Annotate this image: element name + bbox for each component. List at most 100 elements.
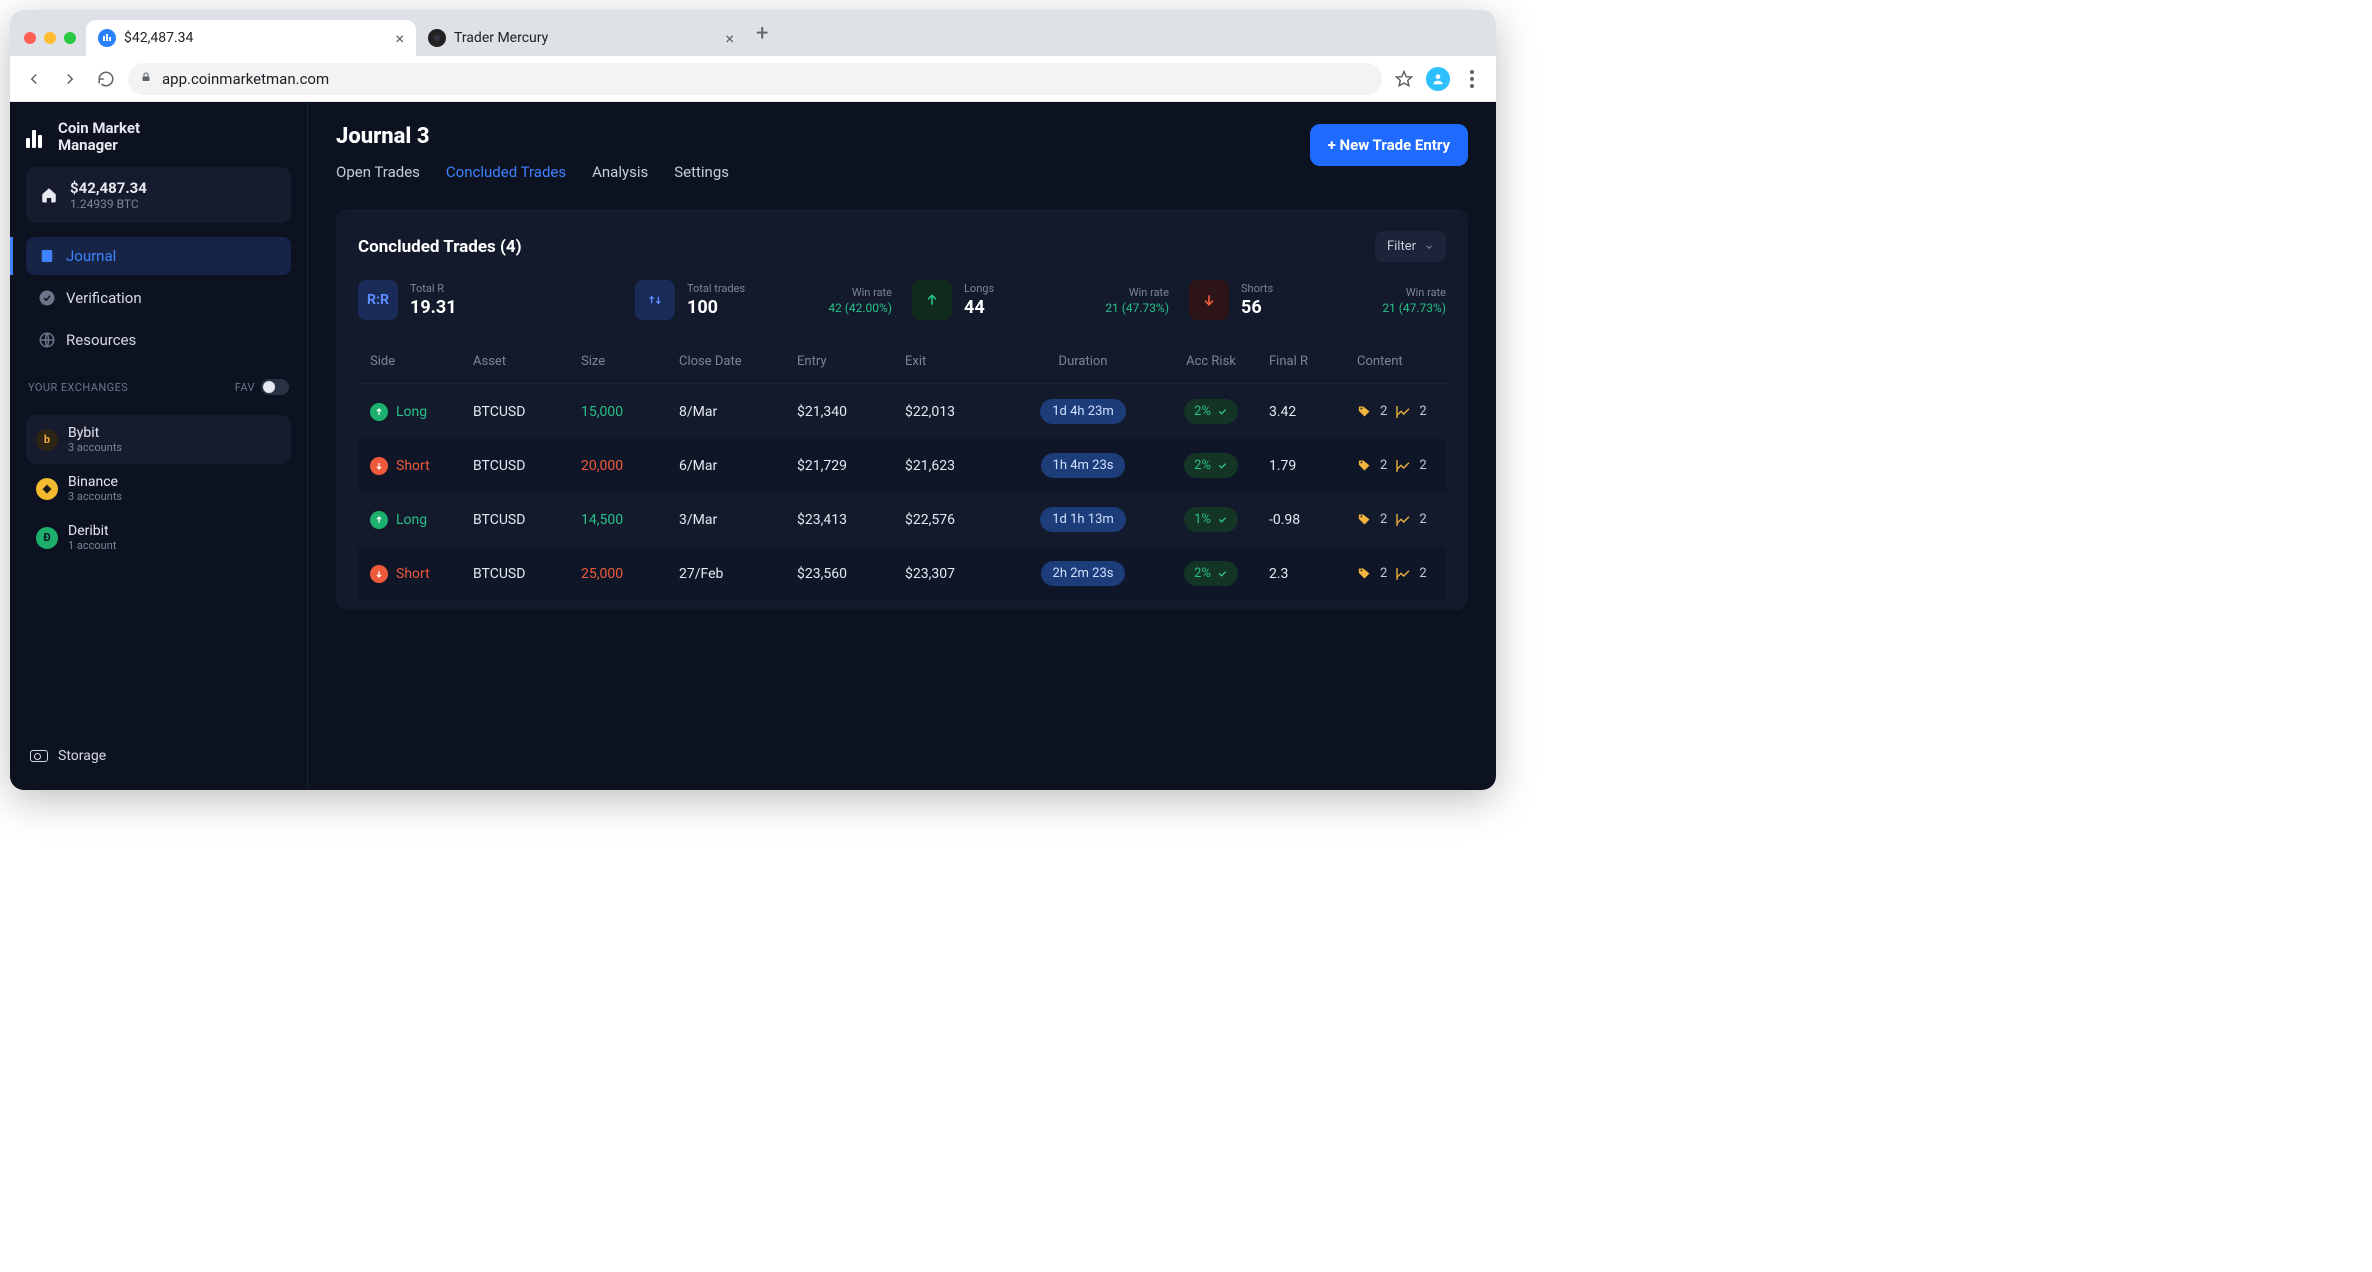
new-tab-button[interactable]: + (746, 21, 778, 56)
chart-icon (1395, 458, 1411, 474)
tag-icon (1357, 566, 1372, 581)
exchange-item-bybit[interactable]: b Bybit 3 accounts (26, 415, 291, 464)
arrow-down-icon (370, 457, 388, 475)
cell-side: Long (370, 511, 465, 529)
cell-risk: 1% (1161, 507, 1261, 532)
cell-content: 2 2 (1357, 458, 1477, 474)
maximize-window-icon[interactable] (64, 32, 76, 44)
tab-analysis[interactable]: Analysis (592, 163, 648, 181)
winrate-value: 21 (47.73%) (1105, 301, 1169, 315)
nav-back-button[interactable] (20, 65, 48, 93)
nav-forward-button[interactable] (56, 65, 84, 93)
cell-exit: $21,623 (905, 458, 1005, 474)
fav-toggle[interactable] (261, 379, 289, 395)
section-tabs: Open Trades Concluded Trades Analysis Se… (336, 163, 729, 181)
cell-asset: BTCUSD (473, 566, 573, 582)
tab-concluded-trades[interactable]: Concluded Trades (446, 163, 566, 181)
exchange-item-binance[interactable]: ◆ Binance 3 accounts (26, 464, 291, 513)
stats-row: R:R Total R 19.31 Total trades 100 (358, 280, 1446, 320)
cell-entry: $23,560 (797, 566, 897, 582)
table-row[interactable]: Long BTCUSD 14,500 3/Mar $23,413 $22,576… (358, 492, 1446, 546)
page-header: Journal 3 Open Trades Concluded Trades A… (336, 124, 1468, 181)
exchange-name: Deribit (68, 523, 116, 539)
main-content: Journal 3 Open Trades Concluded Trades A… (308, 102, 1496, 790)
profile-avatar[interactable] (1426, 67, 1450, 91)
tag-icon (1357, 458, 1372, 473)
cell-result: Win (1485, 401, 1496, 423)
col-side: Side (370, 354, 465, 369)
cell-content: 2 2 (1357, 404, 1477, 420)
cell-content: 2 2 (1357, 566, 1477, 582)
new-trade-button[interactable]: + New Trade Entry (1310, 124, 1468, 166)
cell-result: Lose (1485, 509, 1496, 531)
check-icon (1217, 460, 1228, 471)
browser-tab-active[interactable]: $42,487.34 × (86, 20, 416, 56)
table-row[interactable]: Long BTCUSD 15,000 8/Mar $21,340 $22,013… (358, 384, 1446, 438)
minimize-window-icon[interactable] (44, 32, 56, 44)
close-tab-icon[interactable]: × (395, 29, 404, 48)
tab-title: Trader Mercury (454, 30, 548, 46)
cell-finalr: 3.42 (1269, 404, 1349, 420)
sidebar-item-verification[interactable]: Verification (26, 279, 291, 317)
tab-open-trades[interactable]: Open Trades (336, 163, 420, 181)
nav-reload-button[interactable] (92, 65, 120, 93)
side-label: Long (396, 404, 427, 420)
exchange-sub: 3 accounts (68, 490, 122, 503)
browser-menu-button[interactable] (1458, 65, 1486, 93)
col-content: Content (1357, 354, 1477, 369)
tag-icon (1357, 404, 1372, 419)
arrow-down-icon (370, 565, 388, 583)
bookmark-star-icon[interactable] (1390, 65, 1418, 93)
browser-tab[interactable]: Trader Mercury × (416, 20, 746, 56)
stat-shorts: Shorts 56 Win rate 21 (47.73%) (1189, 280, 1446, 320)
winrate-label: Win rate (1105, 286, 1169, 299)
cell-close: 27/Feb (679, 566, 789, 582)
cell-close: 6/Mar (679, 458, 789, 474)
address-bar[interactable]: app.coinmarketman.com (128, 63, 1382, 95)
balance-btc: 1.24939 BTC (70, 197, 147, 211)
page-title: Journal 3 (336, 124, 729, 149)
cell-close: 8/Mar (679, 404, 789, 420)
stat-longs: Longs 44 Win rate 21 (47.73%) (912, 280, 1169, 320)
close-window-icon[interactable] (24, 32, 36, 44)
stat-value: 19.31 (410, 297, 457, 318)
filter-button[interactable]: Filter (1375, 231, 1446, 262)
side-label: Short (396, 566, 430, 582)
chart-icon (1395, 404, 1411, 420)
cell-close: 3/Mar (679, 512, 789, 528)
exchange-item-deribit[interactable]: Đ Deribit 1 account (26, 513, 291, 562)
table-row[interactable]: Short BTCUSD 20,000 6/Mar $21,729 $21,62… (358, 438, 1446, 492)
binance-icon: ◆ (36, 478, 58, 500)
balance-usd: $42,487.34 (70, 179, 147, 197)
sidebar-item-storage[interactable]: Storage (26, 740, 291, 772)
stat-total-r: R:R Total R 19.31 (358, 280, 615, 320)
col-finalr: Final R (1269, 354, 1349, 369)
cell-risk: 2% (1161, 453, 1261, 478)
exchange-name: Binance (68, 474, 122, 490)
winrate-value: 42 (42.00%) (828, 301, 892, 315)
sidebar-item-journal[interactable]: Journal (26, 237, 291, 275)
browser-toolbar: app.coinmarketman.com (10, 56, 1496, 102)
arrow-up-icon (370, 511, 388, 529)
cell-size: 14,500 (581, 512, 671, 528)
sidebar-item-resources[interactable]: Resources (26, 321, 291, 359)
trades-table: Side Asset Size Close Date Entry Exit Du… (358, 340, 1446, 600)
table-row[interactable]: Short BTCUSD 25,000 27/Feb $23,560 $23,3… (358, 546, 1446, 600)
window-controls (18, 32, 86, 56)
cell-result: Win (1485, 563, 1496, 585)
balance-card[interactable]: $42,487.34 1.24939 BTC (26, 167, 291, 223)
winrate-value: 21 (47.73%) (1382, 301, 1446, 315)
sidebar-item-label: Journal (66, 247, 116, 265)
tab-settings[interactable]: Settings (674, 163, 729, 181)
cell-result: Win (1485, 455, 1496, 477)
stat-value: 100 (687, 297, 745, 318)
check-icon (1217, 406, 1228, 417)
globe-icon (38, 331, 56, 349)
home-icon (40, 186, 58, 204)
rr-icon: R:R (358, 280, 398, 320)
brand-logo[interactable]: Coin Market Manager (26, 120, 291, 153)
cell-duration: 1h 4m 23s (1013, 453, 1153, 478)
cell-finalr: 1.79 (1269, 458, 1349, 474)
close-tab-icon[interactable]: × (725, 29, 734, 48)
chart-icon (1395, 566, 1411, 582)
